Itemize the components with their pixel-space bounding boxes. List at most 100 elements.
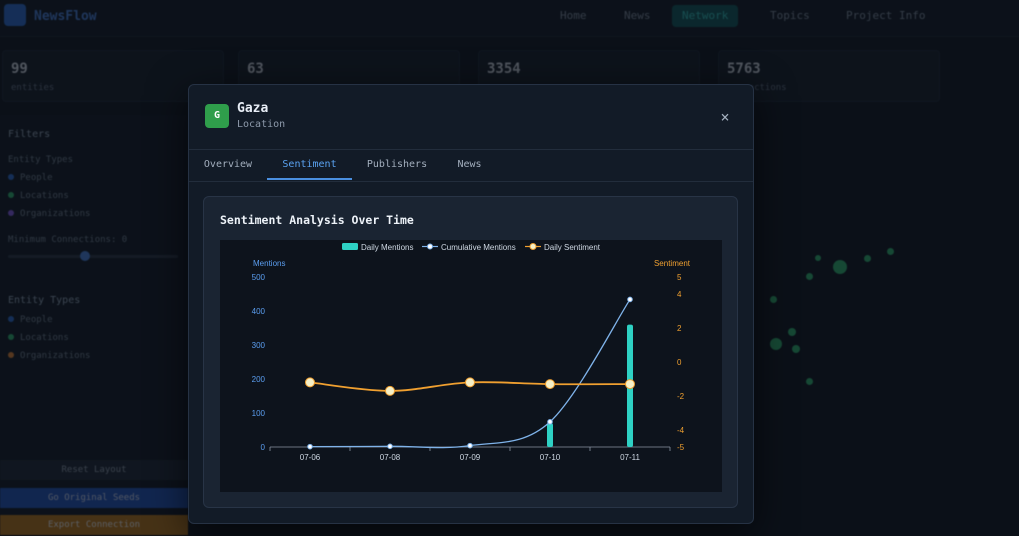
graph-node[interactable] [815,255,821,261]
stat-value: 63 [247,61,264,77]
legend-label: Daily Mentions [361,243,413,252]
graph-node[interactable] [806,378,813,385]
chart-area: Daily Mentions Cumulative Mentions Daily S… [220,240,722,492]
close-icon[interactable]: × [715,107,735,127]
cumulative-mentions-point [307,443,313,450]
legend-title: Entity Types [8,295,81,306]
nav-network[interactable]: Network [672,5,739,27]
modal-header: G Gaza Location × [189,85,753,150]
y-left-tick-label: 300 [252,341,266,350]
entity-avatar: G [205,104,229,128]
y-left-tick-label: 0 [261,443,266,452]
y-left-tick-label: 200 [252,375,266,384]
nav-news[interactable]: News [614,5,661,27]
filter-checkbox-organizations[interactable]: Organizations [8,209,90,219]
sentiment-chart: Daily Mentions Cumulative Mentions Daily S… [252,243,691,462]
modal-tabs: Overview Sentiment Publishers News [189,149,753,182]
y-right-axis-title: Sentiment [654,259,691,268]
filter-label: People [20,173,53,183]
daily-sentiment-point [385,385,395,396]
top-navbar: NewsFlow Home News Network Topics Projec… [0,0,1019,37]
entity-title: Gaza [237,101,269,116]
tab-news[interactable]: News [442,149,497,180]
y-right-tick-label: -5 [677,443,685,452]
filters-title: Filters [8,129,51,140]
cumulative-mentions-point [547,419,553,425]
chart-title: Sentiment Analysis Over Time [220,213,414,227]
stat-value: 3354 [487,61,521,77]
x-tick-label: 07-06 [300,453,321,462]
y-right-tick-label: -4 [677,426,685,435]
min-connections-label: Minimum Connections: 0 [8,235,128,245]
filter-checkbox-locations[interactable]: Locations [8,191,69,201]
daily-sentiment-point [305,377,315,388]
x-tick-label: 07-10 [540,453,561,462]
app-logo-text: NewsFlow [34,9,97,24]
tab-overview[interactable]: Overview [189,149,267,180]
legend-swatch-sentiment-marker [529,243,537,250]
legend-item-organizations: Organizations [8,351,90,361]
y-left-tick-label: 400 [252,307,266,316]
y-left-tick-label: 500 [252,273,266,282]
graph-node[interactable] [806,273,813,280]
graph-node[interactable] [770,296,777,303]
people-dot-icon [8,316,14,322]
legend-swatch-cumulative-marker [427,243,433,250]
tab-publishers[interactable]: Publishers [352,149,442,180]
y-right-tick-label: 5 [677,273,682,282]
x-tick-label: 07-11 [620,453,640,462]
graph-node[interactable] [864,255,871,262]
graph-node[interactable] [770,338,782,350]
stat-value: 99 [11,61,28,77]
filter-label: Locations [20,191,69,201]
cumulative-mentions-point [387,443,393,450]
graph-node[interactable] [788,328,796,336]
cumulative-mentions-line [309,299,631,449]
daily-sentiment-point [545,379,555,390]
y-right-tick-label: -2 [677,392,685,401]
legend-label: Locations [20,333,69,343]
original-seeds-button[interactable]: Go Original Seeds [0,488,188,508]
filter-checkbox-people[interactable]: People [8,173,53,183]
legend-item-people: People [8,315,53,325]
daily-sentiment-point [465,377,475,388]
graph-node[interactable] [833,260,847,274]
y-right-tick-label: 0 [677,358,682,367]
locations-dot-icon [8,334,14,340]
organizations-dot-icon [8,352,14,358]
x-tick-label: 07-08 [380,453,401,462]
sentiment-chart-card: Sentiment Analysis Over Time Daily Menti… [203,196,738,508]
people-dot-icon [8,174,14,180]
min-connections-slider[interactable] [8,255,178,258]
cumulative-mentions-point [627,296,633,303]
stat-value: 5763 [727,61,761,77]
daily-mentions-bar [547,423,553,447]
nav-home[interactable]: Home [550,5,597,27]
legend-label: Cumulative Mentions [441,243,516,252]
legend-label: People [20,315,53,325]
graph-node[interactable] [792,345,800,353]
legend-label: Organizations [20,351,91,361]
locations-dot-icon [8,192,14,198]
nav-topics[interactable]: Topics [760,5,820,27]
slider-handle[interactable] [80,251,90,261]
y-right-tick-label: 4 [677,290,682,299]
graph-node[interactable] [887,248,894,255]
daily-sentiment-point [625,379,635,390]
legend-swatch-daily-mentions [342,243,358,250]
organizations-dot-icon [8,210,14,216]
reset-layout-button[interactable]: Reset Layout [0,460,188,480]
x-tick-label: 07-09 [460,453,481,462]
legend-item-locations: Locations [8,333,69,343]
export-button[interactable]: Export Connection [0,515,188,535]
y-left-axis-title: Mentions [253,259,285,268]
entity-type: Location [237,119,286,130]
sidebar: Filters Entity Types People Locations Or… [0,115,188,535]
filter-label: Organizations [20,209,91,219]
cumulative-mentions-point [467,442,473,449]
app-logo-icon [4,4,26,26]
tab-sentiment[interactable]: Sentiment [267,149,352,180]
legend-label: Daily Sentiment [544,243,601,252]
nav-project-info[interactable]: Project Info [836,5,935,27]
y-left-tick-label: 100 [252,409,266,418]
